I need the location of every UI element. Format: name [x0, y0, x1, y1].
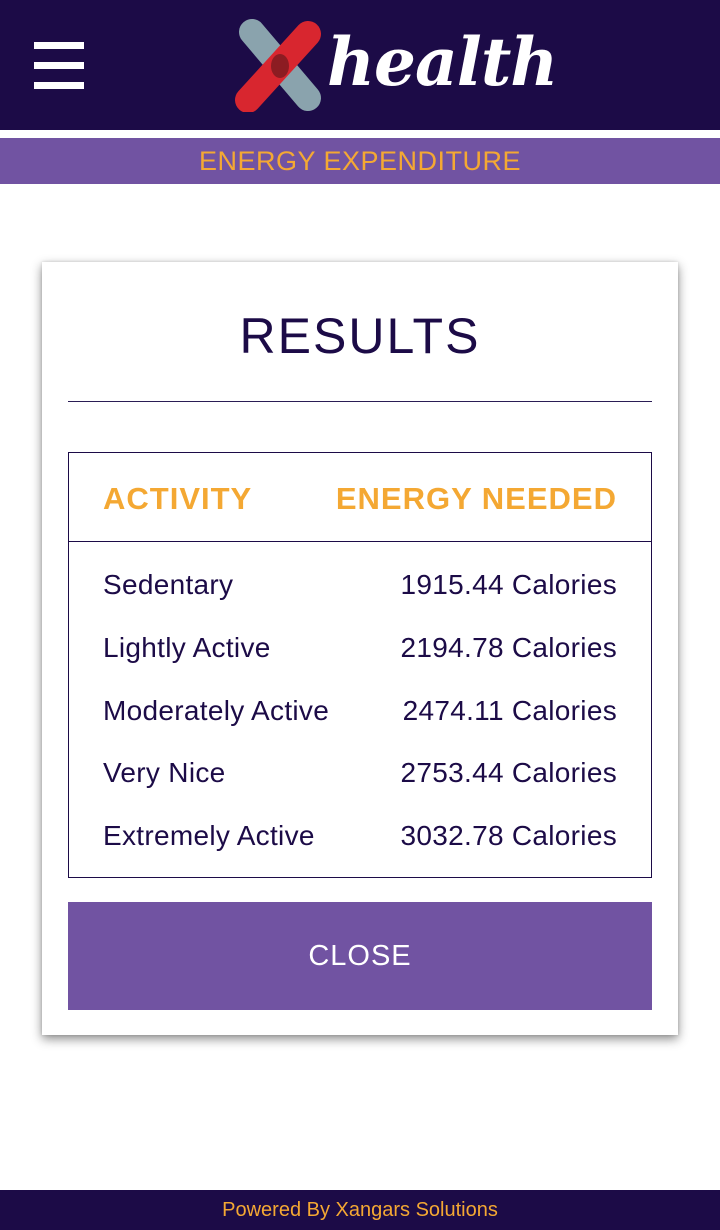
column-header-energy: ENERGY NEEDED — [335, 481, 617, 516]
energy-cell: 1915.44 Calories — [400, 569, 617, 600]
table-row: Sedentary 1915.44 Calories — [69, 557, 651, 607]
activity-cell: Sedentary — [103, 569, 234, 600]
energy-cell: 3032.78 Calories — [400, 820, 617, 851]
logo-text: health — [327, 23, 558, 101]
energy-cell: 2474.11 Calories — [402, 695, 617, 726]
energy-cell: 2194.78 Calories — [400, 632, 617, 663]
activity-cell: Very Nice — [103, 757, 226, 788]
results-dialog: RESULTS ACTIVITY ENERGY NEEDED Sedentary… — [42, 262, 678, 1035]
table-header: ACTIVITY ENERGY NEEDED — [69, 453, 651, 542]
table-row: Moderately Active 2474.11 Calories — [69, 683, 651, 733]
page-title: ENERGY EXPENDITURE — [198, 146, 522, 176]
activity-cell: Lightly Active — [103, 632, 271, 663]
table-row: Extremely Active 3032.78 Calories — [69, 808, 651, 858]
header-divider — [0, 130, 720, 138]
table-row: Lightly Active 2194.78 Calories — [69, 620, 651, 670]
energy-cell: 2753.44 Calories — [400, 757, 617, 788]
footer-bar: Powered By Xangars Solutions — [0, 1190, 720, 1230]
x-logo-icon — [235, 19, 321, 112]
activity-cell: Moderately Active — [103, 695, 330, 726]
hamburger-menu-icon[interactable] — [34, 40, 86, 90]
close-button-label: CLOSE — [308, 940, 412, 972]
close-button[interactable]: CLOSE — [68, 902, 652, 1010]
column-header-activity: ACTIVITY — [103, 481, 253, 516]
app-logo: health — [230, 18, 558, 112]
top-app-bar: health — [0, 0, 720, 130]
results-title: RESULTS — [239, 308, 481, 364]
page-title-bar: ENERGY EXPENDITURE — [0, 138, 720, 184]
table-row: Very Nice 2753.44 Calories — [69, 745, 651, 795]
activity-cell: Extremely Active — [103, 820, 315, 851]
footer-credit: Powered By Xangars Solutions — [222, 1199, 498, 1221]
results-table: ACTIVITY ENERGY NEEDED Sedentary 1915.44… — [68, 452, 652, 878]
results-divider — [68, 401, 652, 402]
